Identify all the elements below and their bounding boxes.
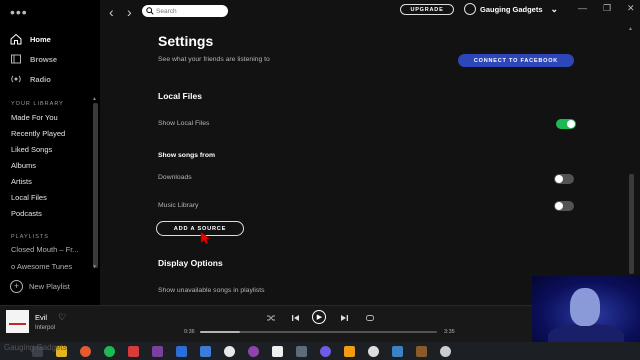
spotify-taskbar-icon[interactable] (104, 345, 115, 357)
forward-arrow-icon[interactable]: › (127, 4, 132, 20)
avatar (464, 3, 476, 15)
home-icon (10, 33, 22, 45)
shuffle-icon[interactable] (266, 313, 276, 323)
progress-bar[interactable] (200, 331, 437, 333)
repeat-icon[interactable] (365, 313, 375, 323)
search-input[interactable] (154, 7, 220, 15)
scroll-up-arrow-icon[interactable]: ▲ (92, 96, 97, 102)
track-artist[interactable]: Interpol (35, 325, 55, 331)
new-playlist-button[interactable]: + New Playlist (10, 280, 70, 293)
mouse-cursor-icon (200, 231, 210, 245)
playlists-section-label: PLAYLISTS (11, 234, 49, 240)
library-item-liked-songs[interactable]: Liked Songs (11, 145, 52, 154)
unavailable-songs-label: Show unavailable songs in playlists (158, 287, 265, 294)
settings-panel: Settings See what your friends are liste… (100, 24, 640, 305)
nav-radio-label: Radio (30, 74, 51, 84)
sidebar-scrollbar[interactable] (93, 103, 98, 268)
chrome-icon[interactable] (224, 345, 235, 357)
search-box[interactable] (142, 5, 228, 17)
nav-browse-label: Browse (30, 54, 58, 64)
upgrade-button[interactable]: UPGRADE (400, 4, 454, 15)
track-duration: 3:35 (444, 329, 455, 335)
downloads-toggle[interactable] (554, 174, 574, 184)
search-icon (146, 7, 154, 15)
album-art[interactable] (6, 310, 29, 333)
page-title: Settings (158, 33, 214, 49)
watermark: Gauging Gadgets (4, 343, 67, 352)
menu-dots-icon[interactable]: ••• (10, 4, 28, 20)
library-section-label: YOUR LIBRARY (11, 101, 64, 107)
friends-description: See what your friends are listening to (158, 56, 270, 63)
onenote-icon[interactable] (152, 345, 163, 357)
webcam-overlay (532, 276, 640, 346)
playlist-item-label: Awesome Tunes (16, 262, 73, 271)
windows-taskbar (0, 342, 640, 360)
app-icon[interactable] (416, 345, 427, 357)
connect-facebook-button[interactable]: CONNECT TO FACEBOOK (458, 54, 574, 67)
firefox-icon[interactable] (80, 345, 91, 357)
app-icon[interactable] (392, 345, 403, 357)
sidebar: ••• Home Browse Radio YOUR LIBRARY Made … (0, 0, 100, 305)
top-bar: ‹ › UPGRADE Gauging Gadgets ⌄ — ❐ ✕ (100, 0, 640, 24)
scroll-down-arrow-icon[interactable]: ▼ (92, 264, 97, 270)
progress-fill (200, 331, 241, 333)
show-local-files-toggle[interactable] (556, 119, 576, 129)
library-item-artists[interactable]: Artists (11, 177, 32, 186)
back-arrow-icon[interactable]: ‹ (109, 4, 114, 20)
library-item-local-files[interactable]: Local Files (11, 193, 47, 202)
library-item-recently-played[interactable]: Recently Played (11, 129, 65, 138)
show-local-files-label: Show Local Files (158, 120, 210, 127)
downloads-label: Downloads (158, 174, 192, 181)
app-icon[interactable] (248, 345, 259, 357)
radio-icon (11, 75, 21, 83)
nav-home[interactable]: Home (10, 33, 51, 45)
app-icon[interactable] (272, 345, 283, 357)
library-item-made-for-you[interactable]: Made For You (11, 113, 58, 122)
library-item-albums[interactable]: Albums (11, 161, 36, 170)
library-item-podcasts[interactable]: Podcasts (11, 209, 42, 218)
music-library-label: Music Library (158, 202, 199, 209)
browse-icon (11, 54, 21, 64)
next-icon[interactable] (340, 313, 349, 323)
app-icon[interactable] (296, 345, 307, 357)
app-icon[interactable] (128, 345, 139, 357)
settings-gear-icon[interactable] (368, 345, 379, 357)
heart-icon[interactable]: ♡ (58, 312, 66, 323)
nav-home-label: Home (30, 34, 51, 44)
play-button[interactable]: ▶ (312, 310, 326, 324)
playlist-item[interactable]: o Awesome Tunes (11, 262, 72, 271)
nav-radio[interactable]: Radio (10, 73, 51, 85)
plus-icon: + (10, 280, 23, 293)
playlist-item[interactable]: Closed Mouth – Fr... (11, 245, 79, 254)
show-songs-from-label: Show songs from (158, 152, 216, 159)
previous-icon[interactable] (291, 313, 300, 323)
new-playlist-label: New Playlist (29, 282, 70, 291)
maximize-icon[interactable]: ❐ (603, 3, 611, 14)
elapsed-time: 0:36 (184, 329, 195, 335)
todo-icon[interactable] (176, 345, 187, 357)
vlc-icon[interactable] (344, 345, 355, 357)
display-options-heading: Display Options (158, 258, 223, 268)
local-files-heading: Local Files (158, 91, 202, 101)
minimize-icon[interactable]: — (578, 3, 587, 13)
close-icon[interactable]: ✕ (627, 3, 635, 14)
app-icon[interactable] (440, 345, 451, 357)
user-menu[interactable]: Gauging Gadgets ⌄ (464, 3, 558, 15)
app-icon[interactable] (200, 345, 211, 357)
scroll-up-arrow-icon[interactable]: ▲ (628, 26, 633, 32)
music-library-toggle[interactable] (554, 201, 574, 211)
chevron-down-icon: ⌄ (550, 3, 559, 14)
nav-browse[interactable]: Browse (10, 53, 57, 65)
app-icon[interactable] (320, 345, 331, 357)
main-scrollbar[interactable] (629, 174, 634, 274)
play-icon: ▶ (316, 314, 323, 321)
track-title[interactable]: Evil (35, 313, 47, 322)
username: Gauging Gadgets (480, 4, 543, 14)
